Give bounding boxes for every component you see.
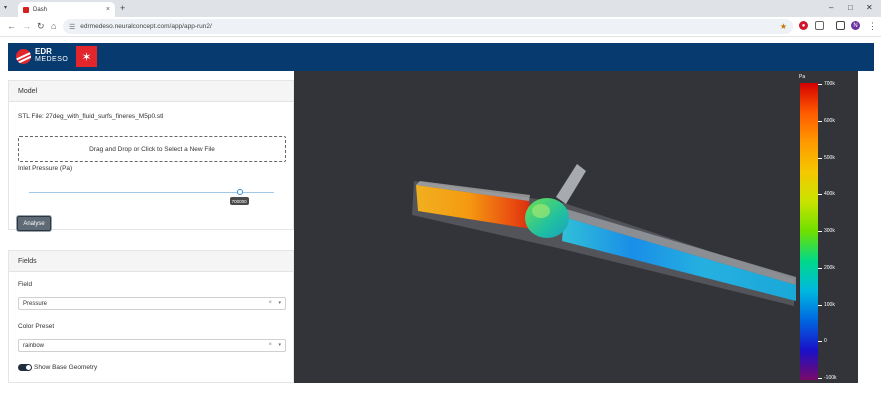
colorbar-tick <box>818 267 822 269</box>
browser-tab-strip: ▾ Dash × + – □ ✕ <box>0 0 881 17</box>
file-upload-dropzone[interactable]: Drag and Drop or Click to Select a New F… <box>18 136 286 162</box>
fields-panel-title: Fields <box>9 251 293 272</box>
colorbar-tick <box>818 341 822 343</box>
extensions-puzzle-icon[interactable] <box>815 21 824 30</box>
chevron-down-icon[interactable]: ▾ <box>278 300 281 306</box>
pipe-pressure-render <box>412 164 796 306</box>
browser-tab-dash[interactable]: Dash × <box>18 2 115 17</box>
show-base-geometry-label: Show Base Geometry <box>34 364 98 371</box>
maximize-button[interactable]: □ <box>848 3 853 13</box>
model-panel-title: Model <box>9 81 293 102</box>
inlet-pressure-slider-handle[interactable] <box>236 189 243 195</box>
back-arrow-icon[interactable]: ← <box>7 21 16 32</box>
tab-list-button[interactable]: ▾ <box>4 4 7 11</box>
colorbar-tick <box>818 194 822 196</box>
colorbar-unit: Pa <box>799 74 806 80</box>
tab-title: Dash <box>33 6 48 13</box>
side-panel-icon[interactable] <box>836 21 845 30</box>
logo-line1: EDR <box>35 47 52 56</box>
clear-color-preset-icon[interactable]: × <box>268 342 272 348</box>
colorbar-tick-label: 0 <box>824 338 827 345</box>
minimize-button[interactable]: – <box>829 3 833 13</box>
home-icon[interactable]: ⌂ <box>51 21 56 32</box>
stl-file-label: STL File: 27deg_with_fluid_surfs_fineres… <box>18 113 164 120</box>
colorbar-tick-label: 100k <box>824 301 835 308</box>
3d-viewer-canvas[interactable]: Pa 700k 600k 500k 400k 300k 200k 100k 0 -100k <box>294 71 858 383</box>
app-header: EDR MEDESO ✶ <box>8 43 874 71</box>
browser-menu-icon[interactable]: ⋮ <box>868 21 877 32</box>
tab-favicon-icon <box>23 6 29 13</box>
colorbar-tick-label: 700k <box>824 81 835 87</box>
logo-line2: MEDESO <box>35 56 69 63</box>
close-window-button[interactable]: ✕ <box>866 3 873 13</box>
colorbar-tick-label: 600k <box>824 117 835 124</box>
color-preset-label: Color Preset <box>18 323 55 330</box>
colorbar-tick <box>818 84 822 85</box>
tab-close-icon[interactable]: × <box>106 6 110 13</box>
chevron-down-icon[interactable]: ▾ <box>278 342 281 348</box>
pressure-colorbar <box>800 83 818 380</box>
edr-logo-icon <box>16 48 31 64</box>
colorbar-tick <box>818 304 822 306</box>
reload-icon[interactable]: ↻ <box>37 21 45 32</box>
extension-icon[interactable]: ● <box>799 21 808 30</box>
colorbar-tick <box>818 378 822 379</box>
bookmark-star-icon[interactable]: ★ <box>780 22 787 31</box>
profile-avatar[interactable]: N <box>851 21 860 30</box>
clear-field-icon[interactable]: × <box>268 300 272 306</box>
colorbar-tick <box>818 120 822 122</box>
show-base-geometry-toggle[interactable] <box>18 364 32 371</box>
colorbar-tick-label: 500k <box>824 154 835 161</box>
field-label: Field <box>18 281 33 288</box>
inlet-pressure-label: Inlet Pressure (Pa) <box>18 165 73 172</box>
colorbar-tick-label: 300k <box>824 228 835 234</box>
inlet-pressure-value-tooltip: 700000 <box>229 197 249 205</box>
url-text: edrmedeso.neuralconcept.com/app/app-run2… <box>80 23 212 30</box>
colorbar-tick-label: 400k <box>824 191 835 198</box>
edr-medeso-logo: EDR MEDESO <box>16 48 68 64</box>
colorbar-tick-label: -100k <box>824 375 837 381</box>
field-select[interactable]: Pressure × ▾ <box>18 297 286 310</box>
new-tab-button[interactable]: + <box>120 3 125 13</box>
colorbar-tick-label: 200k <box>824 264 835 271</box>
analyse-button[interactable]: Analyse <box>17 216 51 231</box>
colorbar-tick <box>818 157 822 159</box>
browser-toolbar: ← → ↻ ⌂ ☰ edrmedeso.neuralconcept.com/ap… <box>0 17 881 37</box>
fields-panel: Fields Field Pressure × ▾ Color Preset r… <box>8 250 294 383</box>
address-bar[interactable]: ☰ edrmedeso.neuralconcept.com/app/app-ru… <box>63 19 793 34</box>
colorbar-tick <box>818 231 822 232</box>
model-panel: Model STL File: 27deg_with_fluid_surfs_f… <box>8 80 294 231</box>
color-preset-value: rainbow <box>23 342 45 349</box>
color-preset-select[interactable]: rainbow × ▾ <box>18 339 286 352</box>
forward-arrow-icon[interactable]: → <box>22 21 31 32</box>
field-select-value: Pressure <box>23 300 48 307</box>
site-info-icon[interactable]: ☰ <box>69 23 75 31</box>
neural-concept-logo-icon: ✶ <box>76 46 97 67</box>
